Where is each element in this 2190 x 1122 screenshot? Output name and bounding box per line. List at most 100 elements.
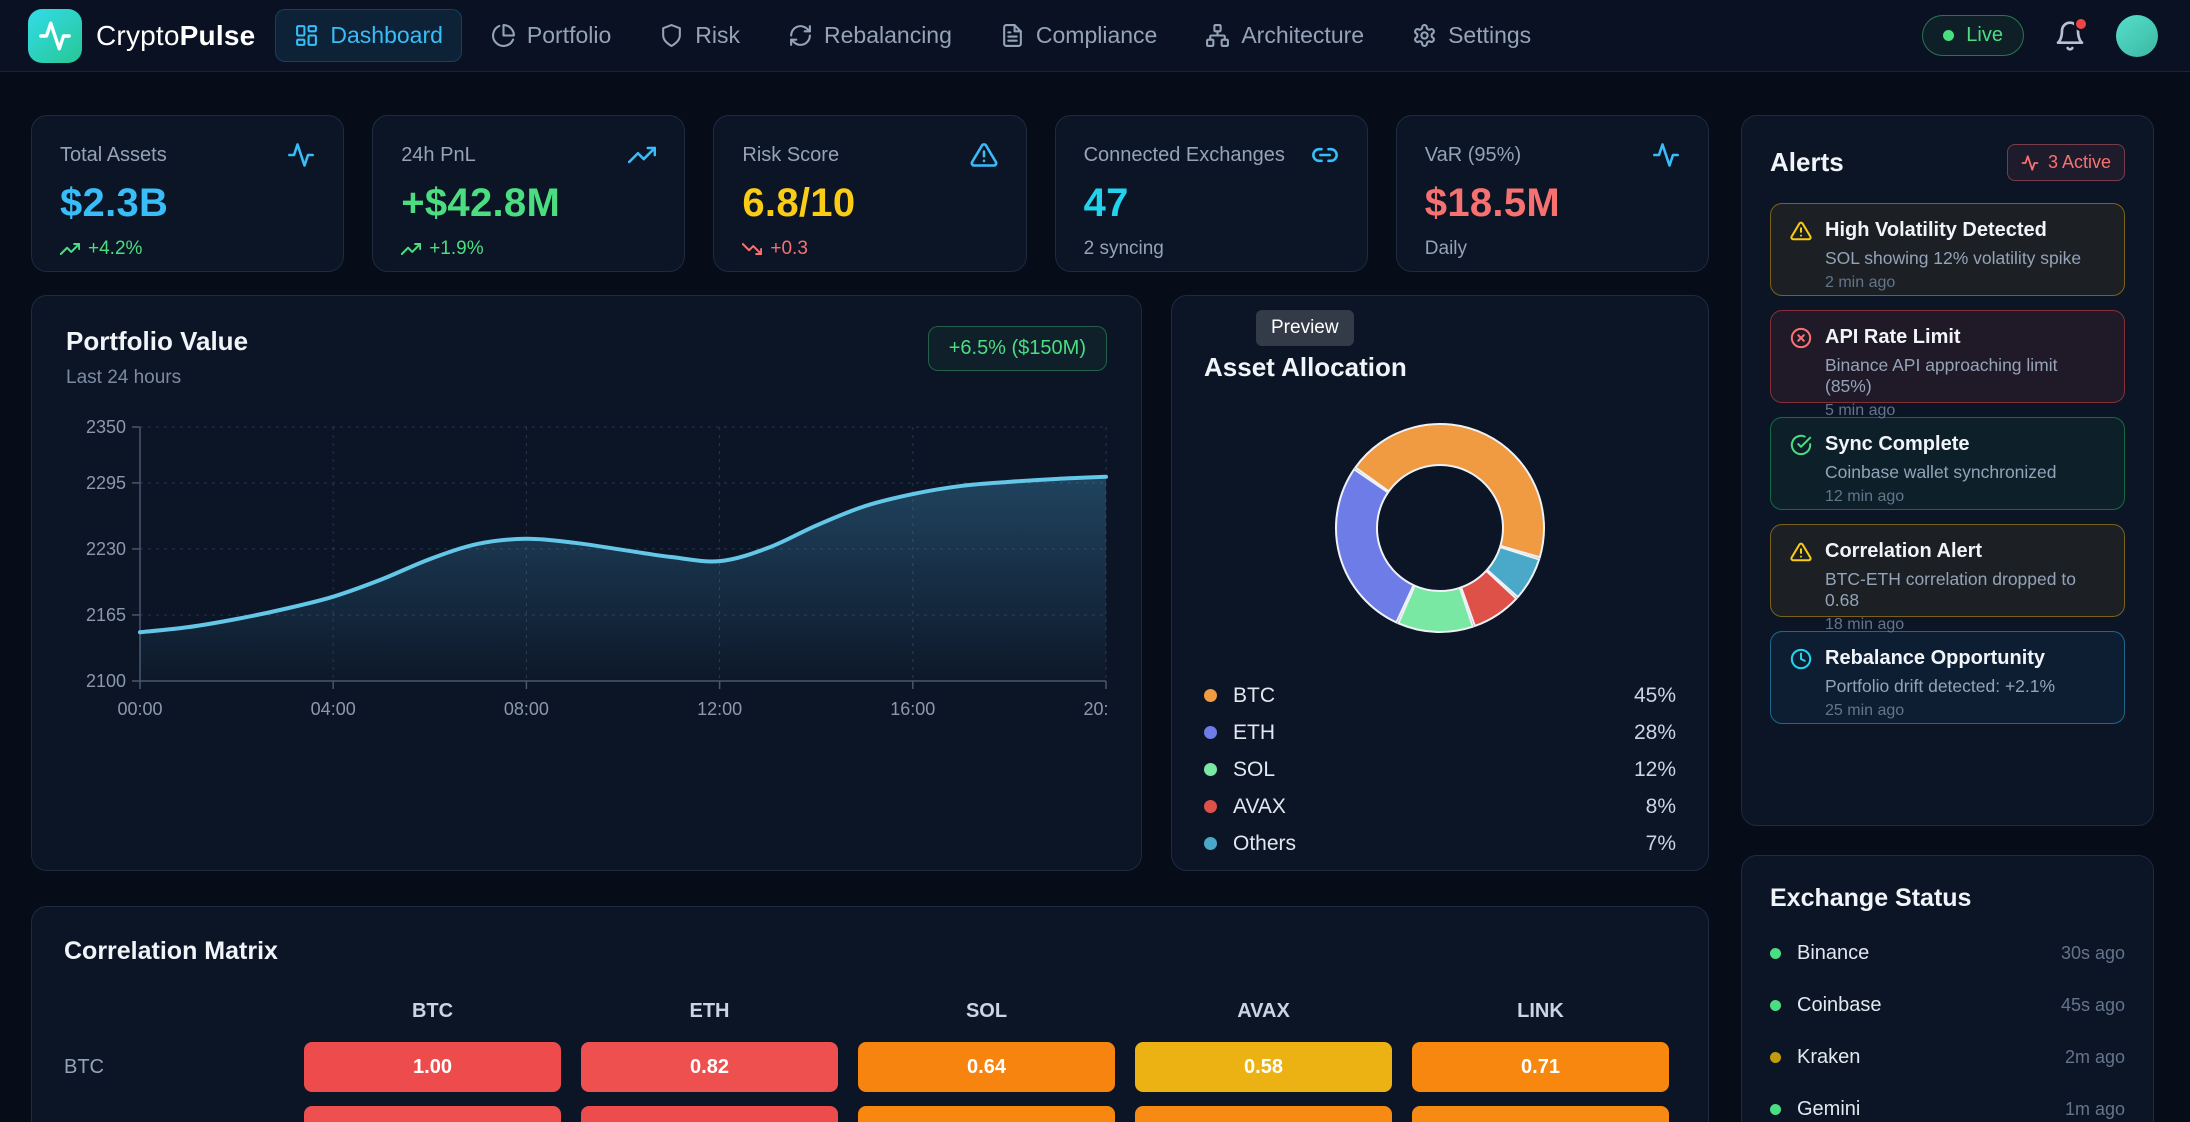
status-dot xyxy=(1770,1000,1781,1011)
check-circle-icon xyxy=(1790,434,1812,456)
alert-correlation[interactable]: Correlation Alert BTC-ETH correlation dr… xyxy=(1770,524,2125,617)
activity-icon xyxy=(287,141,315,169)
trending-up-icon xyxy=(401,239,421,259)
stat-label: Total Assets xyxy=(60,144,167,167)
svg-text:16:00: 16:00 xyxy=(890,699,935,719)
correlation-title: Correlation Matrix xyxy=(64,937,1676,966)
stat-sub: +1.9% xyxy=(401,238,656,260)
trending-up-icon xyxy=(628,141,656,169)
network-icon xyxy=(1205,23,1230,48)
stat-value: $18.5M xyxy=(1425,181,1680,226)
shield-icon xyxy=(659,23,684,48)
alerts-active-badge: 3 Active xyxy=(2007,144,2125,181)
user-avatar[interactable] xyxy=(2116,15,2158,57)
correlation-row-label: BTC xyxy=(64,1056,284,1079)
correlation-cell-partial xyxy=(304,1106,561,1122)
activity-icon xyxy=(1652,141,1680,169)
notifications-bell[interactable] xyxy=(2054,20,2086,52)
status-dot xyxy=(1770,948,1781,959)
portfolio-change-badge: +6.5% ($150M) xyxy=(928,326,1107,371)
live-label: Live xyxy=(1966,24,2003,47)
brand-name: CryptoPulse xyxy=(96,20,255,52)
layout-grid-icon xyxy=(294,23,319,48)
svg-text:2295: 2295 xyxy=(86,473,126,493)
legend-dot xyxy=(1204,763,1217,776)
refresh-icon xyxy=(788,23,813,48)
nav-item-risk[interactable]: Risk xyxy=(640,9,759,62)
svg-text:08:00: 08:00 xyxy=(504,699,549,719)
alert-high-volatility[interactable]: High Volatility Detected SOL showing 12%… xyxy=(1770,203,2125,296)
preview-tooltip: Preview xyxy=(1256,310,1354,346)
legend-dot xyxy=(1204,800,1217,813)
allocation-legend: BTC45% ETH28% SOL12% AVAX8% Others7% xyxy=(1204,677,1676,862)
exchange-row-kraken: Kraken 2m ago xyxy=(1770,1046,2125,1069)
alerts-title: Alerts xyxy=(1770,147,1844,178)
nav-item-portfolio[interactable]: Portfolio xyxy=(472,9,630,62)
stat-label: 24h PnL xyxy=(401,144,476,167)
correlation-matrix-card: Correlation Matrix BTCETHSOLAVAXLINKBTC1… xyxy=(31,906,1709,1122)
stat-sub: +4.2% xyxy=(60,238,315,260)
stat-value: 6.8/10 xyxy=(742,181,997,226)
alert-rebalance-opportunity[interactable]: Rebalance Opportunity Portfolio drift de… xyxy=(1770,631,2125,724)
alert-sync-complete[interactable]: Sync Complete Coinbase wallet synchroniz… xyxy=(1770,417,2125,510)
correlation-cell: 0.58 xyxy=(1135,1042,1392,1092)
cryptopulse-logo xyxy=(28,9,82,63)
correlation-column-header: SOL xyxy=(858,1000,1115,1028)
nav-item-rebalancing[interactable]: Rebalancing xyxy=(769,9,971,62)
notification-dot xyxy=(2074,17,2088,31)
alert-time: 2 min ago xyxy=(1825,274,2105,292)
legend-dot xyxy=(1204,837,1217,850)
main-content: Total Assets $2.3B +4.2% 24h PnL +$42.8M… xyxy=(0,72,2190,1122)
correlation-cell-partial xyxy=(581,1106,838,1122)
nav-label: Compliance xyxy=(1036,22,1157,49)
legend-item-sol: SOL12% xyxy=(1204,751,1676,788)
portfolio-value-card: Portfolio Value Last 24 hours +6.5% ($15… xyxy=(31,295,1142,871)
correlation-column-header: LINK xyxy=(1412,1000,1669,1028)
stat-label: Connected Exchanges xyxy=(1084,144,1285,167)
alert-api-rate-limit[interactable]: API Rate Limit Binance API approaching l… xyxy=(1770,310,2125,403)
stat-label: Risk Score xyxy=(742,144,839,167)
stats-row: Total Assets $2.3B +4.2% 24h PnL +$42.8M… xyxy=(31,115,1709,272)
stat-value: 47 xyxy=(1084,181,1339,226)
svg-text:20:00: 20:00 xyxy=(1083,699,1109,719)
nav-label: Risk xyxy=(695,22,740,49)
alert-desc: Coinbase wallet synchronized xyxy=(1825,462,2105,483)
correlation-cell: 0.71 xyxy=(1412,1042,1669,1092)
nav-label: Rebalancing xyxy=(824,22,952,49)
alert-desc: BTC-ETH correlation dropped to 0.68 xyxy=(1825,569,2105,611)
exchange-row-coinbase: Coinbase 45s ago xyxy=(1770,994,2125,1017)
portfolio-subtitle: Last 24 hours xyxy=(66,367,248,389)
correlation-cell: 0.64 xyxy=(858,1042,1115,1092)
alert-title: Correlation Alert xyxy=(1825,540,1982,563)
legend-dot xyxy=(1204,689,1217,702)
alerts-panel: Alerts 3 Active High Volatility Detected… xyxy=(1741,115,2154,826)
legend-item-avax: AVAX8% xyxy=(1204,788,1676,825)
nav-item-settings[interactable]: Settings xyxy=(1393,9,1550,62)
main-nav: Dashboard Portfolio Risk Rebalancing Com… xyxy=(275,9,1922,62)
nav-item-compliance[interactable]: Compliance xyxy=(981,9,1176,62)
stat-value: $2.3B xyxy=(60,181,315,226)
portfolio-title: Portfolio Value xyxy=(66,326,248,357)
correlation-cell-partial xyxy=(1412,1106,1669,1122)
svg-text:00:00: 00:00 xyxy=(117,699,162,719)
alert-time: 12 min ago xyxy=(1825,488,2105,506)
exchange-status-title: Exchange Status xyxy=(1770,884,2125,913)
status-dot xyxy=(1770,1052,1781,1063)
alert-desc: Binance API approaching limit (85%) xyxy=(1825,355,2105,397)
x-circle-icon xyxy=(1790,327,1812,349)
allocation-donut-chart xyxy=(1325,413,1555,643)
correlation-cell: 0.82 xyxy=(581,1042,838,1092)
stat-sub: 2 syncing xyxy=(1084,238,1339,260)
alert-desc: SOL showing 12% volatility spike xyxy=(1825,248,2105,269)
stat-label: VaR (95%) xyxy=(1425,144,1521,167)
trending-up-icon xyxy=(60,239,80,259)
warning-triangle-icon xyxy=(1790,541,1812,563)
nav-item-architecture[interactable]: Architecture xyxy=(1186,9,1383,62)
nav-item-dashboard[interactable]: Dashboard xyxy=(275,9,462,62)
nav-label: Settings xyxy=(1448,22,1531,49)
clock-icon xyxy=(1790,648,1812,670)
correlation-column-header: ETH xyxy=(581,1000,838,1028)
allocation-title: Asset Allocation xyxy=(1204,352,1676,383)
svg-text:12:00: 12:00 xyxy=(697,699,742,719)
file-text-icon xyxy=(1000,23,1025,48)
